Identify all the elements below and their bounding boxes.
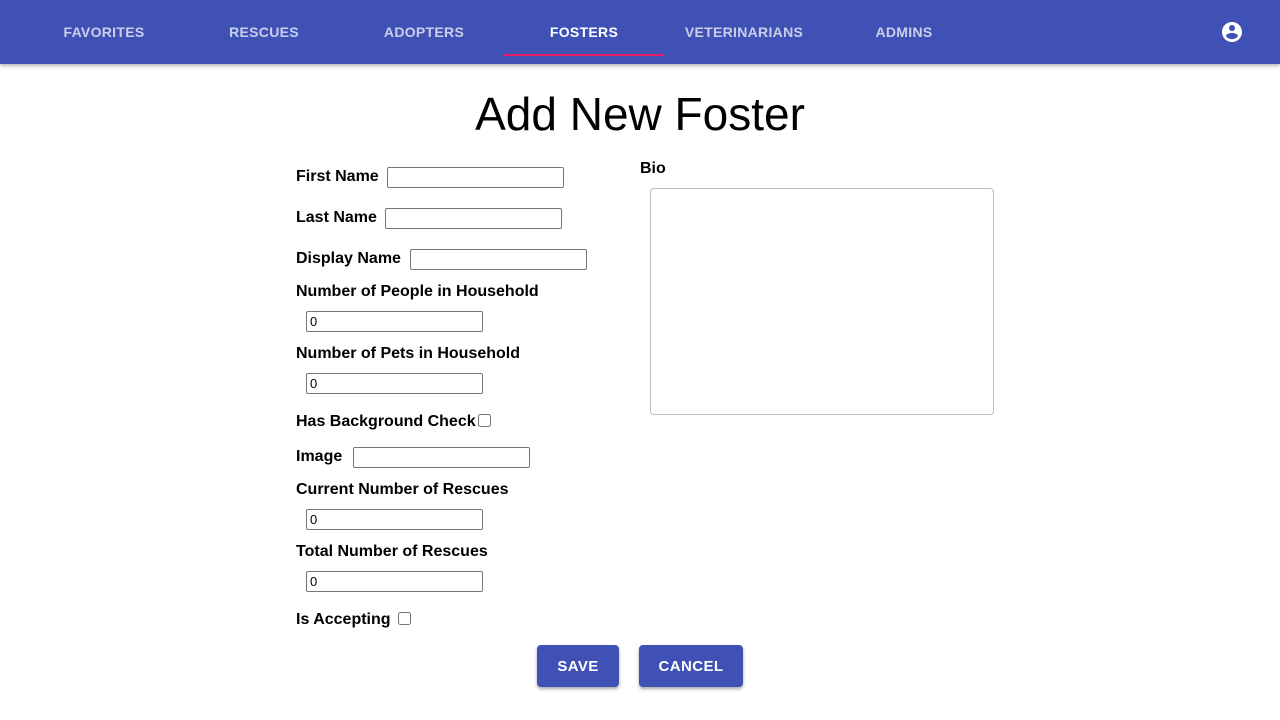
is-accepting-checkbox[interactable]: [398, 612, 411, 625]
cancel-button[interactable]: CANCEL: [639, 645, 743, 687]
is-accepting-label: Is Accepting: [296, 611, 391, 628]
image-input[interactable]: [353, 447, 530, 468]
tab-veterinarians[interactable]: VETERINARIANS: [664, 0, 824, 64]
top-nav-bar: FAVORITES RESCUES ADOPTERS FOSTERS VETER…: [0, 0, 1280, 64]
first-name-input[interactable]: [387, 167, 564, 188]
background-check-checkbox[interactable]: [478, 414, 491, 427]
tab-rescues[interactable]: RESCUES: [184, 0, 344, 64]
bio-label: Bio: [640, 160, 666, 177]
tab-adopters[interactable]: ADOPTERS: [344, 0, 504, 64]
last-name-input[interactable]: [385, 208, 562, 229]
current-rescues-label: Current Number of Rescues: [296, 481, 509, 498]
last-name-label: Last Name: [296, 209, 377, 226]
display-name-input[interactable]: [410, 249, 587, 270]
pets-in-household-input[interactable]: [306, 373, 483, 394]
page-title: Add New Foster: [475, 88, 805, 140]
tab-admins[interactable]: ADMINS: [824, 0, 984, 64]
first-name-label: First Name: [296, 168, 379, 185]
people-in-household-label: Number of People in Household: [296, 283, 539, 300]
bio-textarea[interactable]: [650, 188, 994, 415]
display-name-label: Display Name: [296, 250, 401, 267]
account-circle-icon: [1222, 22, 1242, 42]
total-rescues-label: Total Number of Rescues: [296, 543, 488, 560]
image-label: Image: [296, 448, 343, 465]
account-button[interactable]: [1216, 16, 1248, 48]
total-rescues-input[interactable]: [306, 571, 483, 592]
save-button[interactable]: SAVE: [537, 645, 619, 687]
active-tab-indicator: [504, 54, 664, 56]
people-in-household-input[interactable]: [306, 311, 483, 332]
background-check-label: Has Background Check: [296, 413, 476, 430]
pets-in-household-label: Number of Pets in Household: [296, 345, 521, 362]
current-rescues-input[interactable]: [306, 509, 483, 530]
tab-favorites[interactable]: FAVORITES: [24, 0, 184, 64]
